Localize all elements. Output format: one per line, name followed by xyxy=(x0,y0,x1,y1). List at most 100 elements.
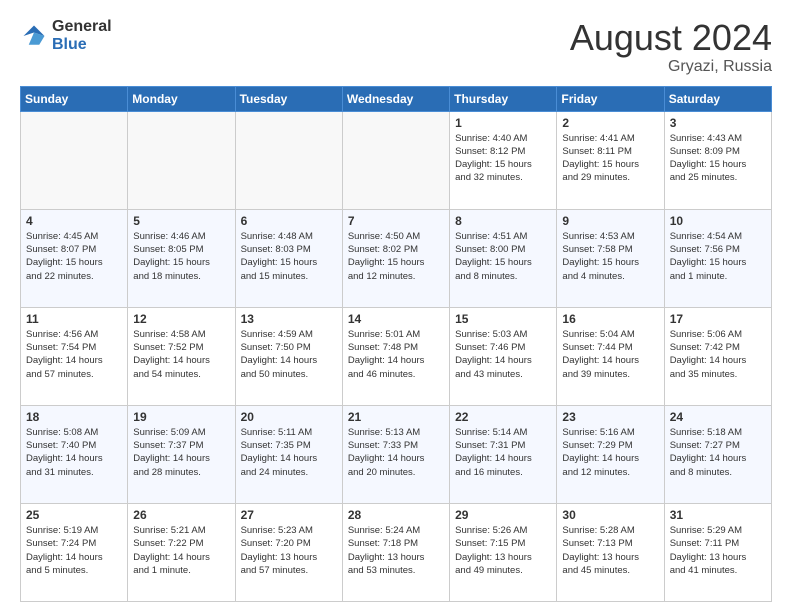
title-block: August 2024 Gryazi, Russia xyxy=(570,18,772,76)
table-row: 2 Sunrise: 4:41 AM Sunset: 8:11 PM Daylig… xyxy=(557,111,664,209)
table-row: 8 Sunrise: 4:51 AM Sunset: 8:00 PM Daylig… xyxy=(450,209,557,307)
table-row: 26 Sunrise: 5:21 AM Sunset: 7:22 PM Dayli… xyxy=(128,503,235,601)
col-wednesday: Wednesday xyxy=(342,86,449,111)
day-info: Sunrise: 5:28 AM Sunset: 7:13 PM Dayligh… xyxy=(562,524,658,577)
table-row: 18Sunrise: 5:08 AM Sunset: 7:40 PM Dayli… xyxy=(21,405,128,503)
day-number: 7 xyxy=(348,214,444,228)
col-thursday: Thursday xyxy=(450,86,557,111)
day-number: 3 xyxy=(670,116,766,130)
calendar-week-row: 4 Sunrise: 4:45 AM Sunset: 8:07 PM Daylig… xyxy=(21,209,772,307)
day-number: 20 xyxy=(241,410,337,424)
table-row: 9 Sunrise: 4:53 AM Sunset: 7:58 PM Daylig… xyxy=(557,209,664,307)
day-number: 26 xyxy=(133,508,229,522)
table-row: 11 Sunrise: 4:56 AM Sunset: 7:54 PM Dayli… xyxy=(21,307,128,405)
day-number: 13 xyxy=(241,312,337,326)
day-info: Sunrise: 5:16 AM Sunset: 7:29 PM Dayligh… xyxy=(562,426,658,479)
table-row: 29Sunrise: 5:26 AM Sunset: 7:15 PM Dayli… xyxy=(450,503,557,601)
table-row: 12 Sunrise: 4:58 AM Sunset: 7:52 PM Dayli… xyxy=(128,307,235,405)
day-info: Sunrise: 5:04 AM Sunset: 7:44 PM Dayligh… xyxy=(562,328,658,381)
day-info: Sunrise: 4:41 AM Sunset: 8:11 PM Dayligh… xyxy=(562,132,658,185)
table-row: 27 Sunrise: 5:23 AM Sunset: 7:20 PM Dayli… xyxy=(235,503,342,601)
day-number: 11 xyxy=(26,312,122,326)
day-info: Sunrise: 4:43 AM Sunset: 8:09 PM Dayligh… xyxy=(670,132,766,185)
day-number: 28 xyxy=(348,508,444,522)
calendar-week-row: 18Sunrise: 5:08 AM Sunset: 7:40 PM Dayli… xyxy=(21,405,772,503)
day-number: 6 xyxy=(241,214,337,228)
logo-text: General Blue xyxy=(52,18,112,53)
table-row: 17 Sunrise: 5:06 AM Sunset: 7:42 PM Dayli… xyxy=(664,307,771,405)
table-row: 30 Sunrise: 5:28 AM Sunset: 7:13 PM Dayli… xyxy=(557,503,664,601)
logo-blue-text: Blue xyxy=(52,36,112,54)
day-info: Sunrise: 5:23 AM Sunset: 7:20 PM Dayligh… xyxy=(241,524,337,577)
table-row: 20Sunrise: 5:11 AM Sunset: 7:35 PM Dayli… xyxy=(235,405,342,503)
table-row: 22Sunrise: 5:14 AM Sunset: 7:31 PM Dayli… xyxy=(450,405,557,503)
day-info: Sunrise: 5:06 AM Sunset: 7:42 PM Dayligh… xyxy=(670,328,766,381)
day-number: 2 xyxy=(562,116,658,130)
day-number: 14 xyxy=(348,312,444,326)
day-info: Sunrise: 5:21 AM Sunset: 7:22 PM Dayligh… xyxy=(133,524,229,577)
calendar-table: Sunday Monday Tuesday Wednesday Thursday… xyxy=(20,86,772,602)
page: General Blue August 2024 Gryazi, Russia … xyxy=(0,0,792,612)
col-friday: Friday xyxy=(557,86,664,111)
col-saturday: Saturday xyxy=(664,86,771,111)
day-number: 29 xyxy=(455,508,551,522)
day-number: 1 xyxy=(455,116,551,130)
day-number: 9 xyxy=(562,214,658,228)
day-info: Sunrise: 5:18 AM Sunset: 7:27 PM Dayligh… xyxy=(670,426,766,479)
day-info: Sunrise: 4:56 AM Sunset: 7:54 PM Dayligh… xyxy=(26,328,122,381)
day-number: 19 xyxy=(133,410,229,424)
table-row: 7 Sunrise: 4:50 AM Sunset: 8:02 PM Daylig… xyxy=(342,209,449,307)
table-row: 23 Sunrise: 5:16 AM Sunset: 7:29 PM Dayli… xyxy=(557,405,664,503)
day-number: 10 xyxy=(670,214,766,228)
table-row: 13 Sunrise: 4:59 AM Sunset: 7:50 PM Dayli… xyxy=(235,307,342,405)
table-row: 6 Sunrise: 4:48 AM Sunset: 8:03 PM Daylig… xyxy=(235,209,342,307)
day-info: Sunrise: 4:59 AM Sunset: 7:50 PM Dayligh… xyxy=(241,328,337,381)
day-number: 30 xyxy=(562,508,658,522)
table-row: 16 Sunrise: 5:04 AM Sunset: 7:44 PM Dayli… xyxy=(557,307,664,405)
day-info: Sunrise: 4:40 AM Sunset: 8:12 PM Dayligh… xyxy=(455,132,551,185)
day-number: 8 xyxy=(455,214,551,228)
day-info: Sunrise: 5:29 AM Sunset: 7:11 PM Dayligh… xyxy=(670,524,766,577)
table-row xyxy=(342,111,449,209)
day-number: 16 xyxy=(562,312,658,326)
day-info: Sunrise: 5:09 AM Sunset: 7:37 PM Dayligh… xyxy=(133,426,229,479)
month-year: August 2024 xyxy=(570,18,772,58)
day-number: 4 xyxy=(26,214,122,228)
calendar-week-row: 1 Sunrise: 4:40 AM Sunset: 8:12 PM Daylig… xyxy=(21,111,772,209)
day-info: Sunrise: 4:50 AM Sunset: 8:02 PM Dayligh… xyxy=(348,230,444,283)
day-number: 17 xyxy=(670,312,766,326)
day-number: 23 xyxy=(562,410,658,424)
table-row: 10Sunrise: 4:54 AM Sunset: 7:56 PM Dayli… xyxy=(664,209,771,307)
day-info: Sunrise: 4:51 AM Sunset: 8:00 PM Dayligh… xyxy=(455,230,551,283)
table-row: 28Sunrise: 5:24 AM Sunset: 7:18 PM Dayli… xyxy=(342,503,449,601)
calendar-week-row: 11 Sunrise: 4:56 AM Sunset: 7:54 PM Dayli… xyxy=(21,307,772,405)
day-info: Sunrise: 5:19 AM Sunset: 7:24 PM Dayligh… xyxy=(26,524,122,577)
day-info: Sunrise: 4:58 AM Sunset: 7:52 PM Dayligh… xyxy=(133,328,229,381)
day-info: Sunrise: 5:01 AM Sunset: 7:48 PM Dayligh… xyxy=(348,328,444,381)
table-row: 3 Sunrise: 4:43 AM Sunset: 8:09 PM Daylig… xyxy=(664,111,771,209)
day-info: Sunrise: 4:45 AM Sunset: 8:07 PM Dayligh… xyxy=(26,230,122,283)
col-monday: Monday xyxy=(128,86,235,111)
calendar-header-row: Sunday Monday Tuesday Wednesday Thursday… xyxy=(21,86,772,111)
table-row: 21Sunrise: 5:13 AM Sunset: 7:33 PM Dayli… xyxy=(342,405,449,503)
day-number: 12 xyxy=(133,312,229,326)
day-number: 18 xyxy=(26,410,122,424)
table-row: 19 Sunrise: 5:09 AM Sunset: 7:37 PM Dayli… xyxy=(128,405,235,503)
day-info: Sunrise: 5:14 AM Sunset: 7:31 PM Dayligh… xyxy=(455,426,551,479)
day-number: 5 xyxy=(133,214,229,228)
day-info: Sunrise: 4:53 AM Sunset: 7:58 PM Dayligh… xyxy=(562,230,658,283)
table-row: 4 Sunrise: 4:45 AM Sunset: 8:07 PM Daylig… xyxy=(21,209,128,307)
table-row: 24 Sunrise: 5:18 AM Sunset: 7:27 PM Dayli… xyxy=(664,405,771,503)
day-number: 31 xyxy=(670,508,766,522)
calendar-week-row: 25 Sunrise: 5:19 AM Sunset: 7:24 PM Dayli… xyxy=(21,503,772,601)
day-info: Sunrise: 5:13 AM Sunset: 7:33 PM Dayligh… xyxy=(348,426,444,479)
table-row: 14 Sunrise: 5:01 AM Sunset: 7:48 PM Dayli… xyxy=(342,307,449,405)
day-number: 27 xyxy=(241,508,337,522)
day-info: Sunrise: 4:48 AM Sunset: 8:03 PM Dayligh… xyxy=(241,230,337,283)
day-number: 25 xyxy=(26,508,122,522)
day-number: 15 xyxy=(455,312,551,326)
logo: General Blue xyxy=(20,18,112,53)
day-number: 24 xyxy=(670,410,766,424)
table-row: 15Sunrise: 5:03 AM Sunset: 7:46 PM Dayli… xyxy=(450,307,557,405)
table-row xyxy=(21,111,128,209)
